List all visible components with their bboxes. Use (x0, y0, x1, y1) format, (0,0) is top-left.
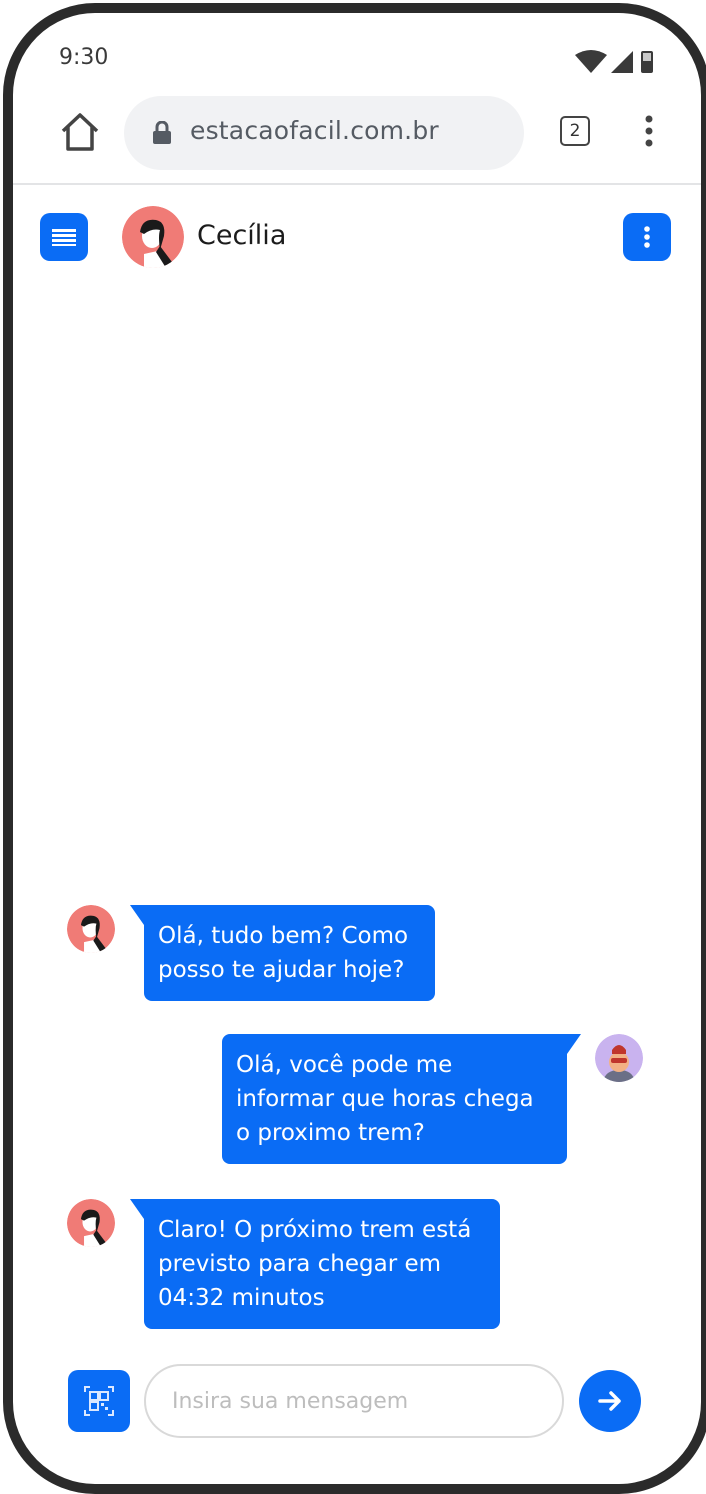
chat-options-button[interactable] (623, 213, 671, 261)
man-avatar-icon (595, 1034, 643, 1082)
home-icon[interactable] (59, 111, 101, 153)
status-icons (575, 50, 653, 73)
contact-name: Cecília (197, 220, 287, 251)
qr-code-icon (84, 1386, 114, 1416)
bot-avatar (67, 1199, 115, 1247)
lock-icon (153, 121, 171, 144)
url-bar[interactable]: estacaofacil.com.br (124, 96, 524, 170)
phone-frame: 9:30 estacaofacil.com.br 2 Cecília Olá, … (3, 3, 706, 1494)
qr-code-button[interactable] (68, 1370, 130, 1432)
more-vertical-icon (644, 226, 650, 248)
message-bubble-bot: Olá, tudo bem? Como posso te ajudar hoje… (144, 905, 435, 1001)
message-input[interactable] (144, 1364, 564, 1438)
phone-screen: 9:30 estacaofacil.com.br 2 Cecília Olá, … (13, 13, 701, 1484)
list-icon (52, 229, 76, 246)
bubble-tail (130, 1199, 144, 1219)
message-bubble-user: Olá, você pode me informar que horas che… (222, 1034, 567, 1164)
message-bubble-bot: Claro! O próximo trem está previsto para… (144, 1199, 500, 1329)
user-avatar (595, 1034, 643, 1082)
menu-button[interactable] (40, 213, 88, 261)
send-button[interactable] (579, 1370, 641, 1432)
url-text: estacaofacil.com.br (190, 116, 439, 145)
browser-menu-icon[interactable] (639, 113, 659, 149)
bot-avatar (67, 905, 115, 953)
arrow-right-icon (598, 1391, 621, 1411)
woman-avatar-icon (67, 905, 115, 953)
woman-avatar-icon (67, 1199, 115, 1247)
tabs-count-button[interactable]: 2 (560, 116, 590, 146)
signal-icon (611, 51, 633, 73)
contact-avatar (122, 206, 184, 268)
wifi-icon (575, 50, 607, 73)
status-time: 9:30 (59, 45, 109, 70)
woman-avatar-icon (122, 206, 184, 268)
bubble-tail (130, 905, 144, 925)
bubble-tail (567, 1034, 581, 1054)
browser-divider (13, 183, 701, 185)
